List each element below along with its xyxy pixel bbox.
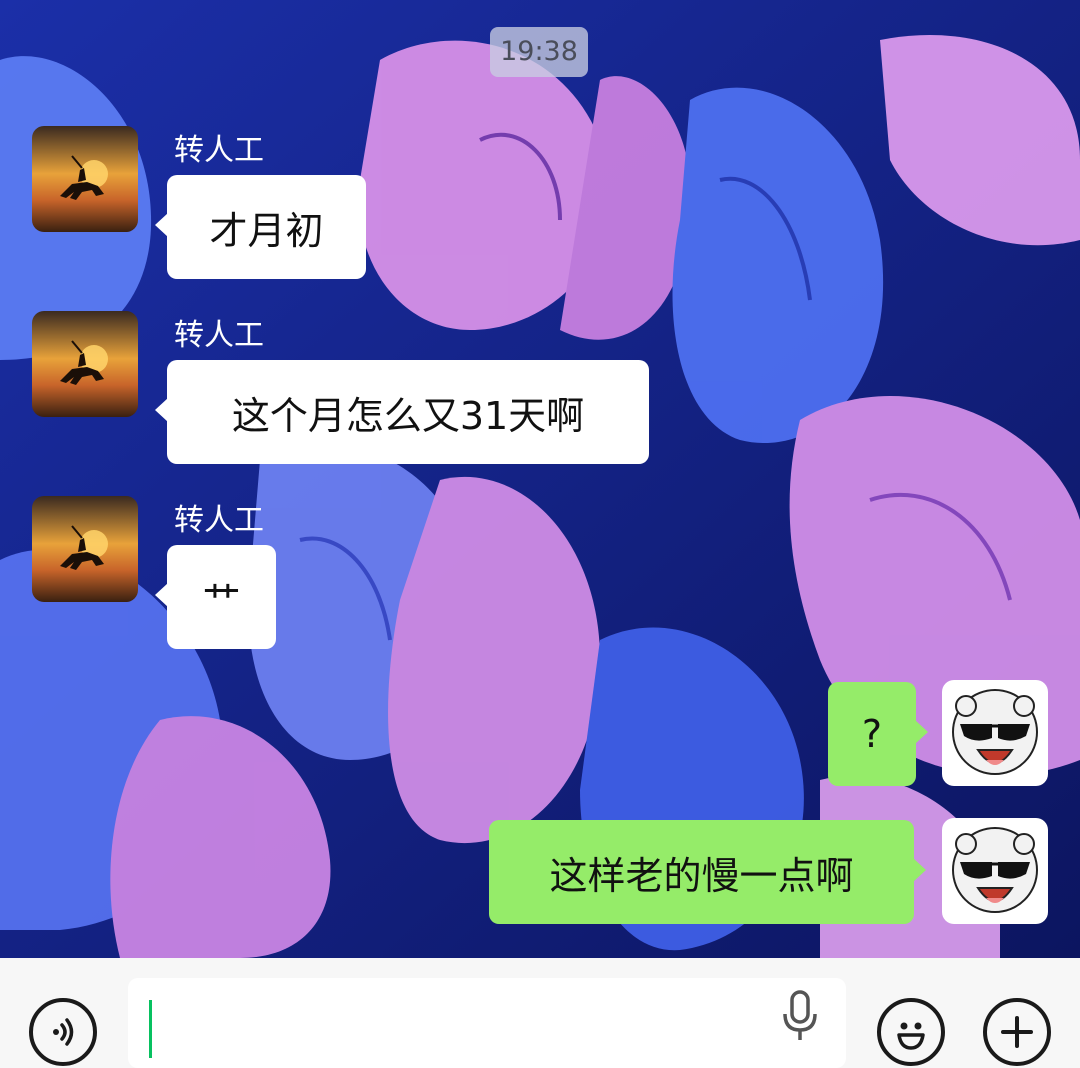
contact-avatar[interactable] [32, 311, 138, 417]
message-text: 这样老的慢一点啊 [549, 853, 854, 898]
my-avatar[interactable] [942, 680, 1048, 786]
emoji-icon [897, 1022, 925, 1050]
emoji-button[interactable] [877, 998, 945, 1066]
message-input[interactable] [128, 978, 846, 1068]
chat-background [0, 0, 1080, 958]
message-text: ? [861, 712, 883, 756]
voice-icon [53, 1018, 74, 1046]
more-button[interactable] [983, 998, 1051, 1066]
message-bubble[interactable]: ? [828, 682, 928, 786]
message-bubble[interactable]: 艹 [155, 545, 276, 649]
message-text: 这个月怎么又31天啊 [231, 393, 585, 438]
message-bubble[interactable]: 才月初 [155, 175, 366, 279]
sender-name: 转人工 [174, 133, 264, 168]
message-text: 艹 [202, 578, 241, 623]
microphone-icon[interactable] [780, 990, 820, 1042]
message-text: 才月初 [209, 208, 324, 253]
sender-name: 转人工 [174, 503, 264, 538]
chat-input-bar [0, 958, 1080, 1068]
contact-avatar[interactable] [32, 496, 138, 602]
contact-avatar[interactable] [32, 126, 138, 232]
message-bubble[interactable]: 这个月怎么又31天啊 [155, 360, 649, 464]
message-timestamp: 19:38 [490, 27, 588, 77]
text-cursor [149, 1000, 152, 1058]
message-bubble[interactable]: 这样老的慢一点啊 [489, 820, 926, 924]
plus-icon [1001, 1016, 1033, 1048]
sender-name: 转人工 [174, 318, 264, 353]
bubble-tail [155, 398, 168, 422]
voice-button[interactable] [29, 998, 97, 1066]
bubble-tail [155, 213, 168, 237]
my-avatar[interactable] [942, 818, 1048, 924]
bubble-tail [915, 720, 928, 744]
bubble-tail [155, 583, 168, 607]
bubble-tail [913, 858, 926, 882]
